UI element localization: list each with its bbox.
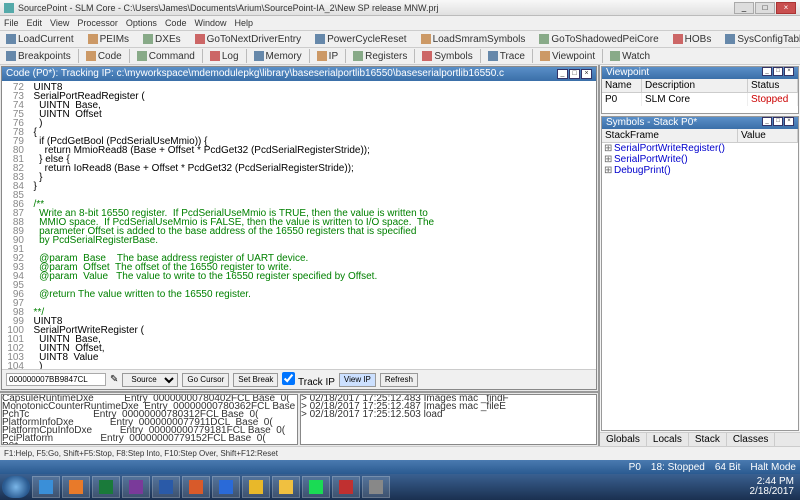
set-break-button[interactable]: Set Break bbox=[233, 373, 278, 387]
tb-gotonextdriverentry[interactable]: GoToNextDriverEntry bbox=[193, 32, 303, 46]
sym-min[interactable]: _ bbox=[762, 117, 772, 126]
symbol-row[interactable]: ⊞SerialPortWriteRegister() bbox=[602, 143, 798, 154]
tb-watch[interactable]: Watch bbox=[608, 49, 652, 63]
source-select[interactable]: Source bbox=[122, 373, 178, 387]
code-close-button[interactable]: × bbox=[581, 69, 592, 79]
symbol-row[interactable]: ⊞SerialPortWrite() bbox=[602, 154, 798, 165]
taskbar-app-9[interactable] bbox=[302, 476, 330, 498]
taskbar-app-5[interactable] bbox=[182, 476, 210, 498]
tb-dxes[interactable]: DXEs bbox=[141, 32, 183, 46]
address-input[interactable] bbox=[6, 373, 106, 386]
taskbar-app-7[interactable] bbox=[242, 476, 270, 498]
taskbar-app-4[interactable] bbox=[152, 476, 180, 498]
start-button[interactable] bbox=[2, 476, 30, 498]
code-window-title: Code (P0*): Tracking IP: c:\myworkspace\… bbox=[2, 67, 596, 81]
statusbar: P0 18: Stopped 64 Bit Halt Mode bbox=[0, 460, 800, 474]
vp-min[interactable]: _ bbox=[762, 67, 772, 76]
tb-symbols[interactable]: Symbols bbox=[420, 49, 474, 63]
menu-window[interactable]: Window bbox=[194, 16, 226, 30]
toolbar-1: LoadCurrent PEIMs DXEs GoToNextDriverEntry P… bbox=[0, 31, 800, 48]
taskbar-app-2[interactable] bbox=[92, 476, 120, 498]
keybar: F1:Help, F5:Go, Shift+F5:Stop, F8:Step I… bbox=[0, 446, 800, 460]
app-icon bbox=[4, 3, 14, 13]
tb-code[interactable]: Code bbox=[84, 49, 124, 63]
tab-strip: GlobalsLocalsStackClasses bbox=[600, 432, 800, 446]
code-max-button[interactable]: □ bbox=[569, 69, 580, 79]
title-text: SourcePoint - SLM Core - C:\Users\James\… bbox=[18, 3, 734, 13]
menu-code[interactable]: Code bbox=[165, 16, 187, 30]
pencil-icon[interactable]: ✎ bbox=[110, 374, 118, 385]
menubar: File Edit View Processor Options Code Window He… bbox=[0, 16, 800, 31]
viewpoint-row[interactable]: P0 SLM Core Stopped bbox=[602, 93, 798, 106]
toolbar-2: Breakpoints Code Command Log Memory IP Registe… bbox=[0, 48, 800, 65]
tb-trace[interactable]: Trace bbox=[486, 49, 527, 63]
tb-powercyclereset[interactable]: PowerCycleReset bbox=[313, 32, 408, 46]
taskbar: 2:44 PM 2/18/2017 bbox=[0, 474, 800, 500]
taskbar-app-1[interactable] bbox=[62, 476, 90, 498]
maximize-button[interactable]: □ bbox=[755, 2, 775, 14]
go-cursor-button[interactable]: Go Cursor bbox=[182, 373, 229, 387]
status-state: 18: Stopped bbox=[651, 462, 705, 473]
tb-breakpoints[interactable]: Breakpoints bbox=[4, 49, 73, 63]
menu-help[interactable]: Help bbox=[234, 16, 253, 30]
viewpoint-header: Name Description Status bbox=[602, 79, 798, 93]
sym-close[interactable]: × bbox=[784, 117, 794, 126]
status-bit: 64 Bit bbox=[715, 462, 741, 473]
tb-loadcurrent[interactable]: LoadCurrent bbox=[4, 32, 76, 46]
taskbar-app-11[interactable] bbox=[362, 476, 390, 498]
symbols-title: Symbols - Stack P0* bbox=[606, 117, 697, 129]
taskbar-app-6[interactable] bbox=[212, 476, 240, 498]
menu-edit[interactable]: Edit bbox=[27, 16, 43, 30]
tab-stack[interactable]: Stack bbox=[689, 433, 727, 446]
viewpoint-title: Viewpoint bbox=[606, 67, 649, 79]
code-controls: ✎ Source Go Cursor Set Break Track IP Vi… bbox=[2, 369, 596, 389]
tb-hobs[interactable]: HOBs bbox=[671, 32, 714, 46]
system-tray[interactable]: 2:44 PM 2/18/2017 bbox=[750, 477, 799, 497]
tb-viewpoint[interactable]: Viewpoint bbox=[538, 49, 597, 63]
view-ip-button[interactable]: View IP bbox=[339, 373, 376, 387]
close-button[interactable]: × bbox=[776, 2, 796, 14]
taskbar-app-0[interactable] bbox=[32, 476, 60, 498]
modules-pane[interactable]: CapsuleRuntimeDxe Entry 00000000780402FC… bbox=[1, 394, 298, 445]
tab-locals[interactable]: Locals bbox=[647, 433, 689, 446]
minimize-button[interactable]: _ bbox=[734, 2, 754, 14]
taskbar-app-3[interactable] bbox=[122, 476, 150, 498]
tab-globals[interactable]: Globals bbox=[600, 433, 647, 446]
status-proc: P0 bbox=[629, 462, 641, 473]
track-ip-check[interactable]: Track IP bbox=[282, 372, 334, 388]
tab-classes[interactable]: Classes bbox=[727, 433, 776, 446]
code-editor[interactable]: 72 UINT873 SerialPortReadRegister (74 UI… bbox=[2, 81, 596, 369]
tb-registers[interactable]: Registers bbox=[351, 49, 409, 63]
tb-command[interactable]: Command bbox=[135, 49, 197, 63]
menu-processor[interactable]: Processor bbox=[77, 16, 118, 30]
menu-options[interactable]: Options bbox=[126, 16, 157, 30]
menu-file[interactable]: File bbox=[4, 16, 19, 30]
taskbar-app-10[interactable] bbox=[332, 476, 360, 498]
tb-gotoshadowedpeicore[interactable]: GoToShadowedPeiCore bbox=[537, 32, 660, 46]
code-title-text: Code (P0*): Tracking IP: c:\myworkspace\… bbox=[6, 67, 504, 81]
vp-max[interactable]: □ bbox=[773, 67, 783, 76]
symbols-panel: Symbols - Stack P0* _□× StackFrame Value… bbox=[601, 116, 799, 431]
status-mode: Halt Mode bbox=[750, 462, 796, 473]
refresh-button[interactable]: Refresh bbox=[380, 373, 418, 387]
symbol-row[interactable]: ⊞DebugPrint() bbox=[602, 165, 798, 176]
log-pane[interactable]: > 02/18/2017 17:25:12.483 Images mac _fi… bbox=[300, 394, 597, 445]
sym-max[interactable]: □ bbox=[773, 117, 783, 126]
titlebar: SourcePoint - SLM Core - C:\Users\James\… bbox=[0, 0, 800, 16]
code-window: Code (P0*): Tracking IP: c:\myworkspace\… bbox=[1, 66, 597, 390]
taskbar-app-8[interactable] bbox=[272, 476, 300, 498]
tb-peims[interactable]: PEIMs bbox=[86, 32, 131, 46]
tb-loadsmramsymbols[interactable]: LoadSmramSymbols bbox=[419, 32, 528, 46]
clock-date: 2/18/2017 bbox=[750, 487, 795, 497]
tb-log[interactable]: Log bbox=[208, 49, 241, 63]
vp-close[interactable]: × bbox=[784, 67, 794, 76]
code-min-button[interactable]: _ bbox=[557, 69, 568, 79]
tb-sysconfigtable[interactable]: SysConfigTable bbox=[723, 32, 800, 46]
tb-memory[interactable]: Memory bbox=[252, 49, 304, 63]
viewpoint-panel: Viewpoint _□× Name Description Status P0… bbox=[601, 66, 799, 114]
menu-view[interactable]: View bbox=[50, 16, 69, 30]
tb-ip[interactable]: IP bbox=[315, 49, 340, 63]
